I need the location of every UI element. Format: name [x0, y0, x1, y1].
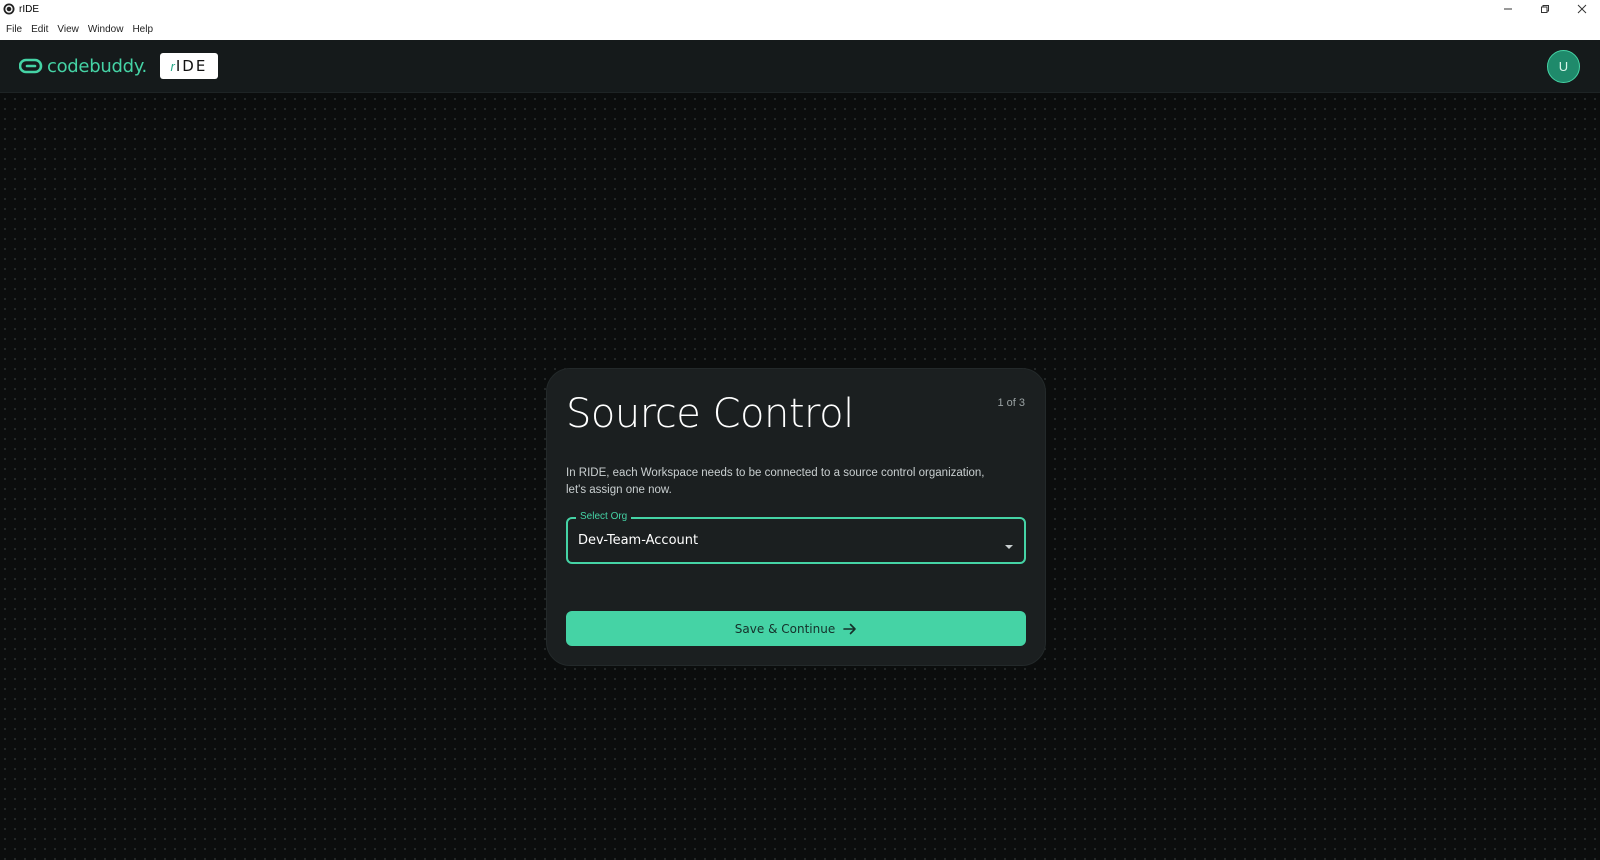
- chevron-down-icon: [1004, 537, 1014, 555]
- menu-help[interactable]: Help: [132, 24, 153, 35]
- arrow-right-icon: [843, 623, 857, 635]
- brand-name: codebuddy.: [47, 55, 147, 77]
- app-header: codebuddy. r IDE U: [0, 40, 1600, 93]
- save-continue-button[interactable]: Save & Continue: [566, 611, 1026, 646]
- select-org-value: Dev-Team-Account: [578, 533, 699, 548]
- select-org-dropdown[interactable]: Select Org Dev-Team-Account: [566, 511, 1026, 564]
- ride-badge-r: r: [170, 58, 175, 74]
- card-description: In RIDE, each Workspace needs to be conn…: [566, 467, 985, 496]
- menu-window[interactable]: Window: [88, 24, 124, 35]
- ride-badge-text: IDE: [175, 57, 208, 75]
- close-icon[interactable]: [1563, 0, 1600, 18]
- step-indicator: 1 of 3: [997, 397, 1025, 409]
- user-avatar[interactable]: U: [1547, 50, 1580, 83]
- ride-badge: r IDE: [159, 53, 218, 79]
- codebuddy-logo-icon: [19, 57, 43, 75]
- window-title: rIDE: [19, 3, 39, 15]
- save-continue-label: Save & Continue: [734, 621, 836, 636]
- brand[interactable]: codebuddy.: [19, 56, 147, 77]
- menubar: File Edit View Window Help: [0, 18, 1600, 40]
- menu-view[interactable]: View: [57, 24, 79, 35]
- menu-file[interactable]: File: [6, 24, 22, 35]
- window-titlebar: rIDE: [0, 0, 1600, 18]
- select-org-label: Select Org: [576, 511, 632, 522]
- app-logo-icon: [3, 3, 15, 15]
- menu-edit[interactable]: Edit: [31, 24, 48, 35]
- card-title: Source Control: [566, 391, 854, 437]
- window-controls: [1489, 0, 1600, 18]
- restore-icon[interactable]: [1526, 0, 1563, 18]
- minimize-icon[interactable]: [1489, 0, 1526, 18]
- source-control-card: Source Control 1 of 3 In RIDE, each Work…: [546, 368, 1046, 666]
